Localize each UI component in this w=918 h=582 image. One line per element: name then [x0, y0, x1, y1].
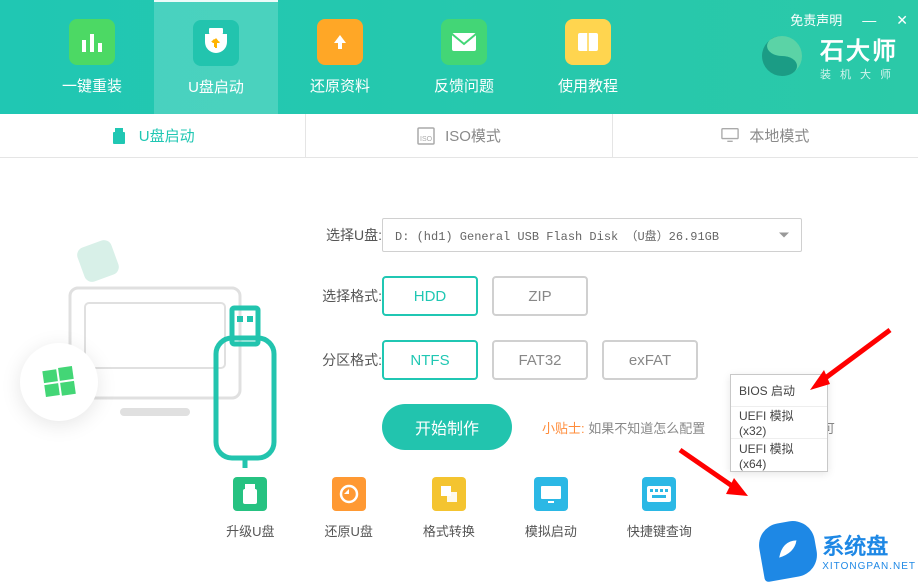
format-option-hdd[interactable]: HDD [382, 276, 478, 316]
nav-item-feedback[interactable]: 反馈问题 [402, 0, 526, 114]
windows-logo-icon [20, 343, 98, 421]
format-label: 选择格式: [310, 286, 382, 306]
tab-label: U盘启动 [139, 125, 195, 146]
nav-label: 还原资料 [310, 75, 370, 96]
bar-chart-icon [69, 19, 115, 65]
tool-label: 格式转换 [423, 521, 475, 540]
tab-label: ISO模式 [445, 125, 501, 146]
annotation-arrow-icon [800, 320, 900, 400]
restore-icon [332, 477, 366, 511]
monitor-boot-icon [534, 477, 568, 511]
watermark: 系统盘 XITONGPAN.NET [760, 522, 916, 578]
header-bar: 免责声明 — ✕ 一键重装 U盘启动 还原资料 反馈问题 [0, 0, 918, 114]
disclaimer-link[interactable]: 免责声明 [790, 10, 842, 29]
partition-option-fat32[interactable]: FAT32 [492, 340, 588, 380]
partition-option-exfat[interactable]: exFAT [602, 340, 698, 380]
svg-text:ISO: ISO [420, 136, 433, 143]
tool-label: 快捷键查询 [627, 521, 692, 540]
partition-option-ntfs[interactable]: NTFS [382, 340, 478, 380]
annotation-arrow-icon [670, 440, 760, 510]
tool-label: 升级U盘 [226, 521, 274, 540]
upload-icon [317, 19, 363, 65]
monitor-icon [721, 127, 739, 145]
nav-label: U盘启动 [188, 76, 244, 97]
tab-usb-boot[interactable]: U盘启动 [0, 114, 306, 157]
brand-title: 石大师 [820, 31, 900, 66]
minimize-button[interactable]: — [862, 13, 876, 27]
tool-format-convert[interactable]: 格式转换 [423, 477, 475, 540]
popup-item-uefi32[interactable]: UEFI 模拟(x32) [731, 407, 827, 439]
nav-label: 使用教程 [558, 75, 618, 96]
nav-item-tutorial[interactable]: 使用教程 [526, 0, 650, 114]
format-option-zip[interactable]: ZIP [492, 276, 588, 316]
watermark-url: XITONGPAN.NET [822, 561, 916, 572]
usb-select-dropdown[interactable]: D: (hd1) General USB Flash Disk （U盘）26.9… [382, 218, 802, 252]
watermark-logo-icon [756, 518, 821, 582]
usb-icon [111, 127, 129, 145]
close-button[interactable]: ✕ [896, 13, 908, 27]
tool-label: 模拟启动 [525, 521, 577, 540]
usb-select-value: D: (hd1) General USB Flash Disk （U盘）26.9… [395, 227, 719, 244]
tip-content: 如果不知道怎么配置 [588, 421, 705, 436]
tool-label: 还原U盘 [324, 521, 372, 540]
book-icon [565, 19, 611, 65]
usb-upgrade-icon [233, 477, 267, 511]
usb-shield-icon [193, 20, 239, 66]
usb-illustration [30, 188, 290, 478]
nav-item-restore[interactable]: 还原资料 [278, 0, 402, 114]
nav-item-reinstall[interactable]: 一键重装 [30, 0, 154, 114]
brand: 石大师 装机大师 [756, 30, 900, 82]
tool-simulate-boot[interactable]: 模拟启动 [525, 477, 577, 540]
nav-label: 一键重装 [62, 75, 122, 96]
main-nav: 一键重装 U盘启动 还原资料 反馈问题 使用教程 [0, 0, 650, 114]
tool-upgrade-usb[interactable]: 升级U盘 [226, 477, 274, 540]
tool-restore-usb[interactable]: 还原U盘 [324, 477, 372, 540]
tab-iso-mode[interactable]: ISO ISO模式 [306, 114, 612, 157]
convert-icon [432, 477, 466, 511]
sub-tabs: U盘启动 ISO ISO模式 本地模式 [0, 114, 918, 158]
watermark-title: 系统盘 [822, 529, 916, 561]
partition-label: 分区格式: [310, 350, 382, 370]
start-create-button[interactable]: 开始制作 [382, 404, 512, 450]
iso-icon: ISO [417, 127, 435, 145]
window-controls: 免责声明 — ✕ [790, 10, 908, 29]
tip-label: 小贴士: [542, 421, 585, 436]
brand-subtitle: 装机大师 [820, 66, 900, 82]
nav-item-usb-boot[interactable]: U盘启动 [154, 0, 278, 114]
brand-logo-icon [756, 30, 808, 82]
nav-label: 反馈问题 [434, 75, 494, 96]
tab-local-mode[interactable]: 本地模式 [613, 114, 918, 157]
tab-label: 本地模式 [749, 125, 809, 146]
mail-icon [441, 19, 487, 65]
select-usb-label: 选择U盘: [310, 225, 382, 245]
